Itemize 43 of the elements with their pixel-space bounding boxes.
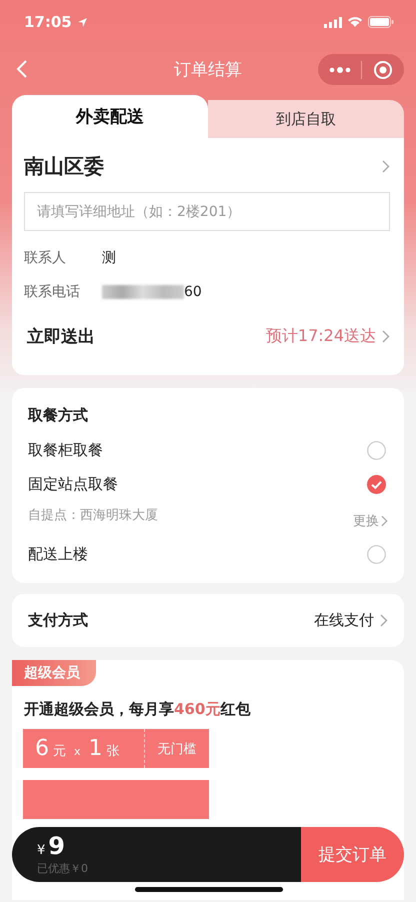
address-name: 南山区委 — [24, 152, 105, 180]
discount-text: 已优惠￥0 — [37, 861, 89, 876]
radio-icon[interactable] — [367, 441, 386, 460]
chevron-right-icon[interactable] — [382, 160, 390, 172]
payment-value[interactable]: 在线支付 — [314, 611, 374, 630]
coupon-condition: 无门槛 — [156, 740, 198, 758]
section-title: 取餐方式 — [28, 406, 89, 425]
tab[interactable]: 到店自取 — [208, 100, 404, 138]
chevron-right-icon[interactable] — [380, 614, 388, 627]
chevron-right-icon[interactable] — [381, 515, 388, 527]
location-arrow-icon — [76, 16, 88, 28]
signal-icon — [324, 16, 342, 28]
delivery-label: 立即送出 — [27, 326, 95, 348]
radio-checked-icon[interactable] — [367, 475, 386, 494]
pickup-point: 自提点：西海明珠大厦 — [28, 507, 158, 524]
radio-icon[interactable] — [367, 545, 386, 564]
coupon-unit: 元 — [53, 743, 66, 761]
option-label[interactable]: 固定站点取餐 — [28, 475, 118, 494]
battery-icon — [368, 16, 394, 28]
coupon-times: x — [74, 744, 81, 760]
contact-value: 60 — [184, 284, 202, 300]
contact-label: 联系电话 — [24, 283, 81, 301]
payment-label: 支付方式 — [28, 611, 88, 630]
address-detail-field[interactable]: 请填写详细地址（如：2楼201） — [24, 192, 390, 231]
option-label[interactable]: 取餐柜取餐 — [28, 441, 103, 460]
status-time: 17:05 — [24, 13, 72, 31]
coupon-count-unit: 张 — [106, 743, 120, 761]
currency-symbol: ¥ — [37, 843, 46, 858]
member-badge: 超级会员 — [12, 660, 96, 686]
coupon-amount: 6 — [35, 735, 49, 763]
more-icon[interactable] — [329, 66, 352, 74]
page-title: 订单结算 — [174, 58, 242, 80]
coupon-count: 1 — [88, 735, 103, 763]
close-target-icon[interactable] — [372, 60, 393, 80]
contact-value: 测 — [102, 249, 116, 267]
option-label[interactable]: 配送上楼 — [28, 545, 88, 564]
contact-label: 联系人 — [24, 249, 67, 267]
chevron-right-icon[interactable] — [382, 330, 390, 342]
back-icon[interactable] — [16, 59, 28, 79]
tab[interactable]: 外卖配送 — [12, 95, 208, 138]
wifi-icon — [347, 16, 363, 28]
member-headline: 开通超级会员，每月享460元红包 — [24, 700, 252, 719]
total-price: 9 — [48, 833, 65, 859]
